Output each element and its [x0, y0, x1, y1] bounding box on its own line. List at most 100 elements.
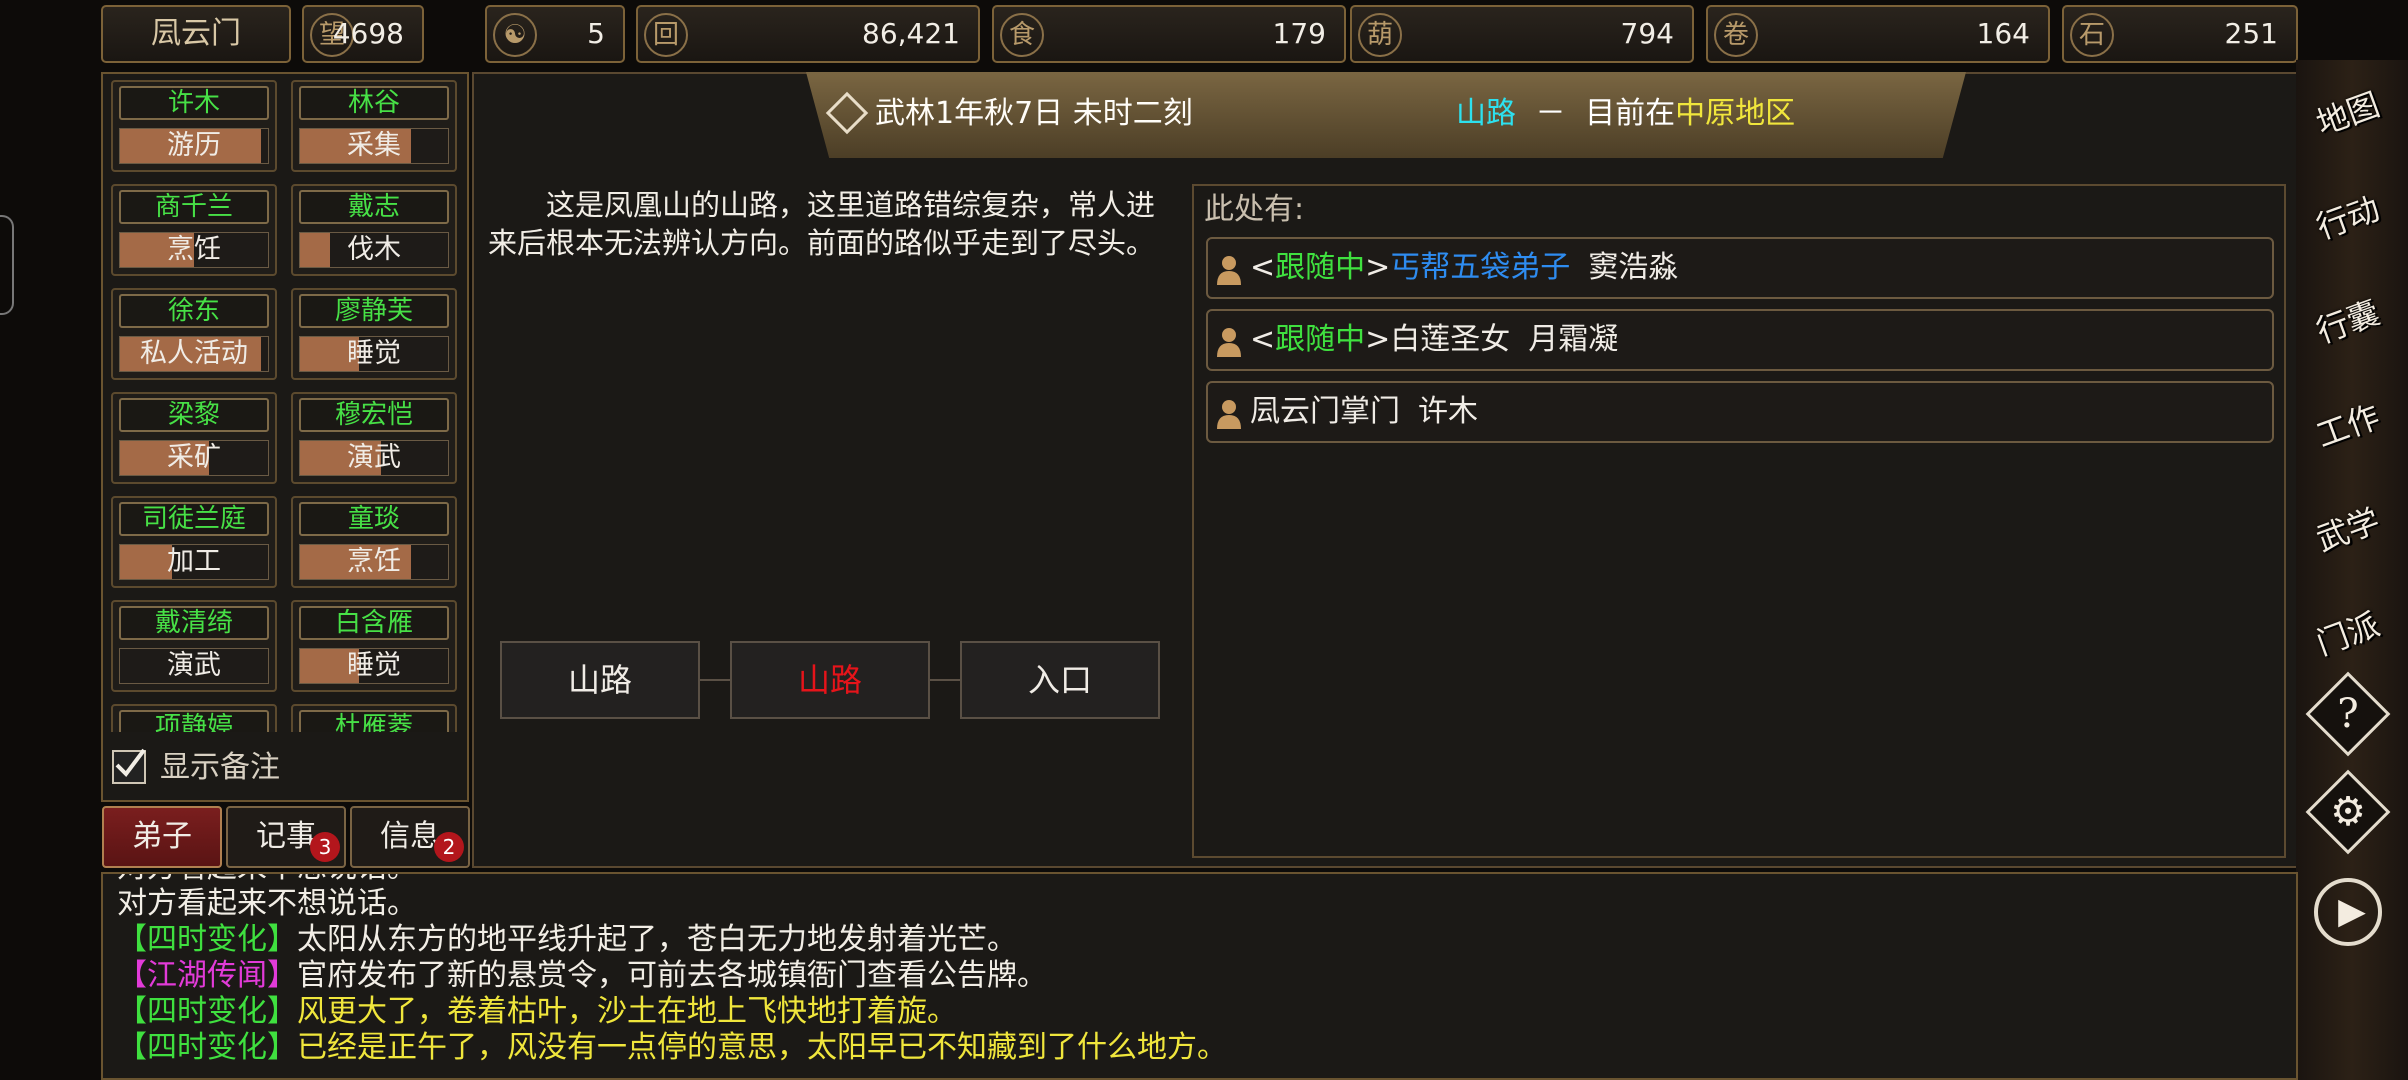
log-text: 太阳从东方的地平线升起了，苍白无力地发射着光芒。 [297, 922, 1017, 957]
log-tag: 【四时变化】 [117, 922, 297, 957]
show-notes-toggle[interactable]: 显示备注 [112, 748, 362, 794]
npc-status: 跟随中 [1275, 250, 1366, 285]
location-node[interactable]: 山路 [500, 641, 700, 719]
disciple-activity: 烹饪 [347, 546, 401, 577]
disciple-card[interactable]: 戴清绮 演武 [111, 600, 277, 692]
side-menu-bag[interactable]: 行囊 [2310, 284, 2386, 360]
npc-entry[interactable]: <跟随中>丐帮五袋弟子 窦浩淼 [1206, 237, 2274, 299]
activity-progress-bar: 私人活动 [119, 336, 269, 372]
resource-prestige[interactable]: 望 4698 [302, 5, 424, 63]
disciple-card[interactable]: 项静婷 [111, 704, 277, 732]
npc-title: 白莲圣女 [1390, 322, 1511, 357]
npc-status-close: > [1365, 322, 1391, 357]
npc-status-open: < [1250, 250, 1276, 285]
here-label: 此处有: [1204, 192, 1305, 227]
resource-scroll[interactable]: 卷 164 [1706, 5, 2050, 63]
tab-messages[interactable]: 信息 2 [350, 806, 470, 868]
log-line: 【四时变化】已经是正午了，风没有一点停的意思，太阳早已不知藏到了什么地方。 [117, 1030, 1227, 1066]
log-line: 【江湖传闻】官府发布了新的悬赏令，可前去各城镇衙门查看公告牌。 [117, 958, 1227, 994]
disciple-name: 戴清绮 [119, 606, 269, 640]
npc-text: 凨云门掌门 许木 [1250, 383, 1478, 441]
sect-icon: 门派 [2311, 605, 2385, 663]
person-icon [1217, 256, 1241, 285]
current-place: 山路 [1456, 96, 1516, 131]
header-separator: － [1535, 96, 1566, 131]
disciple-card[interactable]: 梁黎 采矿 [111, 392, 277, 484]
disciple-activity: 伐木 [347, 234, 401, 265]
log-lines: 对方看起来不想说话。对方看起来不想说话。【四时变化】太阳从东方的地平线升起了，苍… [117, 874, 1227, 1066]
disciple-name: 穆宏恺 [299, 398, 449, 432]
area-description: 这是凤凰山的山路，这里道路错综复杂，常人进来后根本无法辨认方向。前面的路似乎走到… [488, 188, 1156, 260]
current-prefix: 目前在 [1585, 96, 1676, 131]
disciple-name: 廖静芙 [299, 294, 449, 328]
disciple-activity: 演武 [347, 442, 401, 473]
disciple-name: 商千兰 [119, 190, 269, 224]
date-text: 武林1年秋7日 未时二刻 [875, 96, 1193, 131]
disciple-card[interactable]: 白含雁 睡觉 [291, 600, 457, 692]
disciple-card[interactable]: 林谷 采集 [291, 80, 457, 172]
activity-progress-bar: 伐木 [299, 232, 449, 268]
disciple-card[interactable]: 司徒兰庭 加工 [111, 496, 277, 588]
disciple-card[interactable]: 廖静芙 睡觉 [291, 288, 457, 380]
disciple-card[interactable]: 许木 游历 [111, 80, 277, 172]
side-menu-help[interactable]: ? [2305, 671, 2391, 757]
bag-icon: 行囊 [2311, 293, 2385, 351]
resource-value: 86,421 [862, 17, 960, 50]
log-text: 官府发布了新的悬赏令，可前去各城镇衙门查看公告牌。 [297, 958, 1047, 993]
log-text: 风更大了，卷着枯叶，沙土在地上飞快地打着旋。 [297, 994, 957, 1029]
sect-name[interactable]: 凨云门 [101, 5, 291, 63]
side-menu-map[interactable]: 地图 [2310, 76, 2386, 152]
npc-entry[interactable]: 凨云门掌门 许木 [1206, 381, 2274, 443]
disciple-card[interactable]: 穆宏恺 演武 [291, 392, 457, 484]
disciple-activity: 烹饪 [167, 234, 221, 265]
current-location-node[interactable]: 山路 [730, 641, 930, 719]
resource-coin[interactable]: 回 86,421 [636, 5, 980, 63]
tab-journal[interactable]: 记事 3 [226, 806, 346, 868]
npc-status-open: < [1250, 322, 1276, 357]
resource-value: 164 [1976, 17, 2030, 50]
log-tag: 【四时变化】 [117, 994, 297, 1029]
resource-food-bowl[interactable]: 食 179 [992, 5, 1346, 63]
side-menu-play[interactable]: ▶ [2310, 874, 2386, 950]
disciple-card[interactable]: 戴志 伐木 [291, 184, 457, 276]
side-menu-sect[interactable]: 门派 [2310, 596, 2386, 672]
activity-progress-bar: 烹饪 [299, 544, 449, 580]
resource-ore[interactable]: 石 251 [2062, 5, 2298, 63]
npc-title: 凨云门掌门 [1250, 394, 1400, 429]
disciple-card[interactable]: 商千兰 烹饪 [111, 184, 277, 276]
edge-handle [0, 215, 14, 315]
show-notes-label: 显示备注 [160, 750, 280, 785]
disciple-list: 许木 游历 林谷 采集 商千兰 烹饪 戴志 伐木 徐东 私人活动 廖静芙 睡觉 梁黎 采矿 穆宏恺 演武 司徒兰… [101, 72, 469, 732]
disciple-name: 许木 [119, 86, 269, 120]
npc-name: 许木 [1418, 394, 1478, 429]
disciple-card[interactable]: 徐东 私人活动 [111, 288, 277, 380]
log-line: 对方看起来不想说话。 [117, 886, 1227, 922]
side-menu-settings[interactable]: ⚙ [2305, 769, 2391, 855]
checkmark-icon [112, 748, 146, 784]
disciple-activity: 游历 [167, 130, 221, 161]
side-menu-martial[interactable]: 武学 [2310, 492, 2386, 568]
ore-icon: 石 [2070, 13, 2114, 57]
npc-name: 月霜凝 [1528, 322, 1619, 357]
npc-title: 丐帮五袋弟子 [1390, 250, 1571, 285]
log-text: 对方看起来不想说话。 [117, 886, 417, 921]
resource-value: 251 [2224, 17, 2278, 50]
npc-entry[interactable]: <跟随中>白莲圣女 月霜凝 [1206, 309, 2274, 371]
side-menu-work[interactable]: 工作 [2310, 388, 2386, 464]
location-header: 山路 － 目前在中原地区 [1456, 92, 1795, 136]
npc-text: <跟随中>丐帮五袋弟子 窦浩淼 [1250, 239, 1678, 297]
tab-disciples[interactable]: 弟子 [102, 806, 222, 868]
resource-yin-yang[interactable]: ☯ 5 [485, 5, 625, 63]
resource-gourd[interactable]: 葫 794 [1350, 5, 1694, 63]
disciple-name: 项静婷 [119, 710, 269, 732]
notification-badge: 3 [310, 832, 340, 862]
tab-label: 记事 [256, 819, 316, 854]
log-tag: 【四时变化】 [117, 1030, 297, 1065]
person-icon [1217, 328, 1241, 357]
side-menu-action[interactable]: 行动 [2310, 180, 2386, 256]
activity-progress-bar: 演武 [299, 440, 449, 476]
disciple-card[interactable]: 童琰 烹饪 [291, 496, 457, 588]
location-node[interactable]: 入口 [960, 641, 1160, 719]
activity-progress-bar: 采集 [299, 128, 449, 164]
disciple-card[interactable]: 杜雁菱 [291, 704, 457, 732]
